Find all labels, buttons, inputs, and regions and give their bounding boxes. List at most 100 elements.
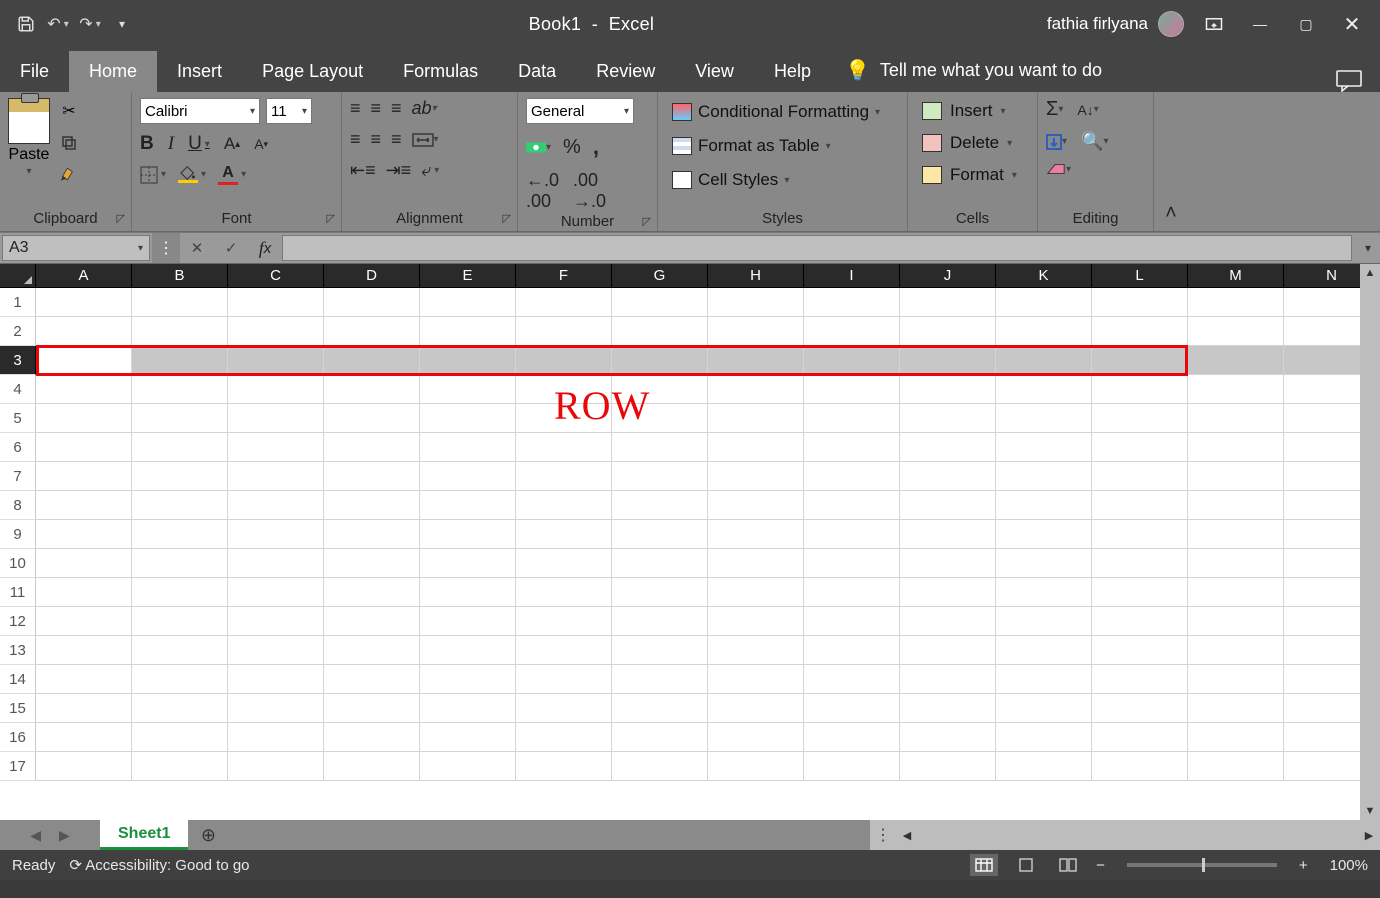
format-as-table-button[interactable]: Format as Table ▾ — [666, 132, 886, 160]
cell-styles-button[interactable]: Cell Styles ▾ — [666, 166, 886, 194]
cell-I8[interactable] — [804, 491, 900, 520]
cell-A13[interactable] — [36, 636, 132, 665]
cell-K12[interactable] — [996, 607, 1092, 636]
cell-B16[interactable] — [132, 723, 228, 752]
cell-L14[interactable] — [1092, 665, 1188, 694]
cell-A11[interactable] — [36, 578, 132, 607]
cell-I7[interactable] — [804, 462, 900, 491]
cell-D5[interactable] — [324, 404, 420, 433]
font-launcher-icon[interactable]: ◸ — [327, 212, 335, 225]
cell-M8[interactable] — [1188, 491, 1284, 520]
cell-G6[interactable] — [612, 433, 708, 462]
cell-A6[interactable] — [36, 433, 132, 462]
cell-H17[interactable] — [708, 752, 804, 781]
row-header-15[interactable]: 15 — [0, 694, 36, 723]
cell-F6[interactable] — [516, 433, 612, 462]
cell-G11[interactable] — [612, 578, 708, 607]
cell-F8[interactable] — [516, 491, 612, 520]
cell-D3[interactable] — [324, 346, 420, 375]
font-size-select[interactable]: 11▾ — [266, 98, 312, 124]
cell-H6[interactable] — [708, 433, 804, 462]
cell-G3[interactable] — [612, 346, 708, 375]
increase-indent-button[interactable]: ⇥≡ — [386, 160, 412, 181]
cell-C8[interactable] — [228, 491, 324, 520]
cell-D1[interactable] — [324, 288, 420, 317]
cell-J6[interactable] — [900, 433, 996, 462]
cell-G9[interactable] — [612, 520, 708, 549]
paste-button[interactable]: Paste ▾ — [8, 98, 50, 177]
zoom-slider[interactable] — [1127, 863, 1277, 867]
row-header-8[interactable]: 8 — [0, 491, 36, 520]
cell-C11[interactable] — [228, 578, 324, 607]
cell-A5[interactable] — [36, 404, 132, 433]
cell-I5[interactable] — [804, 404, 900, 433]
cell-I9[interactable] — [804, 520, 900, 549]
sort-filter-button[interactable]: A↓▾ — [1077, 102, 1098, 118]
cell-D6[interactable] — [324, 433, 420, 462]
column-header-F[interactable]: F — [516, 264, 612, 288]
cell-L4[interactable] — [1092, 375, 1188, 404]
cell-L7[interactable] — [1092, 462, 1188, 491]
qat-customize[interactable]: ▾ — [108, 10, 136, 38]
row-header-12[interactable]: 12 — [0, 607, 36, 636]
cell-J4[interactable] — [900, 375, 996, 404]
underline-button[interactable]: U▾ — [188, 133, 210, 155]
cell-M1[interactable] — [1188, 288, 1284, 317]
cell-H8[interactable] — [708, 491, 804, 520]
decrease-font-button[interactable]: A▾ — [254, 136, 268, 152]
cell-A9[interactable] — [36, 520, 132, 549]
column-header-L[interactable]: L — [1092, 264, 1188, 288]
name-box-divider-icon[interactable]: ⋮ — [152, 233, 180, 263]
fill-button[interactable]: ▾ — [1046, 134, 1067, 150]
row-header-10[interactable]: 10 — [0, 549, 36, 578]
redo-button[interactable]: ↷▾ — [76, 10, 104, 38]
scroll-left-icon[interactable]: ◀ — [896, 829, 918, 842]
tell-me-search[interactable]: 💡 Tell me what you want to do — [831, 48, 1116, 92]
cell-K9[interactable] — [996, 520, 1092, 549]
cell-G10[interactable] — [612, 549, 708, 578]
cell-A10[interactable] — [36, 549, 132, 578]
row-header-16[interactable]: 16 — [0, 723, 36, 752]
row-header-14[interactable]: 14 — [0, 665, 36, 694]
formula-bar[interactable] — [282, 235, 1352, 261]
cell-L15[interactable] — [1092, 694, 1188, 723]
row-header-11[interactable]: 11 — [0, 578, 36, 607]
minimize-button[interactable]: ― — [1244, 10, 1276, 38]
clipboard-launcher-icon[interactable]: ◸ — [117, 212, 125, 225]
align-top-button[interactable]: ≡ — [350, 98, 361, 119]
cell-H12[interactable] — [708, 607, 804, 636]
column-header-E[interactable]: E — [420, 264, 516, 288]
cell-G16[interactable] — [612, 723, 708, 752]
cell-K14[interactable] — [996, 665, 1092, 694]
row-header-2[interactable]: 2 — [0, 317, 36, 346]
cell-B12[interactable] — [132, 607, 228, 636]
cell-F7[interactable] — [516, 462, 612, 491]
tab-page-layout[interactable]: Page Layout — [242, 51, 383, 92]
cell-H1[interactable] — [708, 288, 804, 317]
cell-L11[interactable] — [1092, 578, 1188, 607]
cell-B10[interactable] — [132, 549, 228, 578]
cell-D16[interactable] — [324, 723, 420, 752]
scroll-right-icon[interactable]: ▶ — [1358, 829, 1380, 842]
find-select-button[interactable]: 🔍▾ — [1081, 131, 1108, 152]
cell-B4[interactable] — [132, 375, 228, 404]
cell-J15[interactable] — [900, 694, 996, 723]
tab-view[interactable]: View — [675, 51, 754, 92]
cell-M13[interactable] — [1188, 636, 1284, 665]
cell-I13[interactable] — [804, 636, 900, 665]
cell-H7[interactable] — [708, 462, 804, 491]
conditional-formatting-button[interactable]: Conditional Formatting ▾ — [666, 98, 886, 126]
cell-M12[interactable] — [1188, 607, 1284, 636]
format-cells-button[interactable]: Format ▾ — [916, 162, 1023, 188]
cell-F14[interactable] — [516, 665, 612, 694]
enter-formula-button[interactable]: ✓ — [214, 233, 248, 263]
cell-L17[interactable] — [1092, 752, 1188, 781]
cell-D7[interactable] — [324, 462, 420, 491]
maximize-button[interactable]: ▢ — [1290, 10, 1322, 38]
cell-L12[interactable] — [1092, 607, 1188, 636]
fill-color-button[interactable]: ▾ — [178, 166, 206, 183]
cell-J14[interactable] — [900, 665, 996, 694]
collapse-ribbon-button[interactable]: ˄ — [1154, 92, 1188, 231]
cell-J9[interactable] — [900, 520, 996, 549]
cell-J10[interactable] — [900, 549, 996, 578]
